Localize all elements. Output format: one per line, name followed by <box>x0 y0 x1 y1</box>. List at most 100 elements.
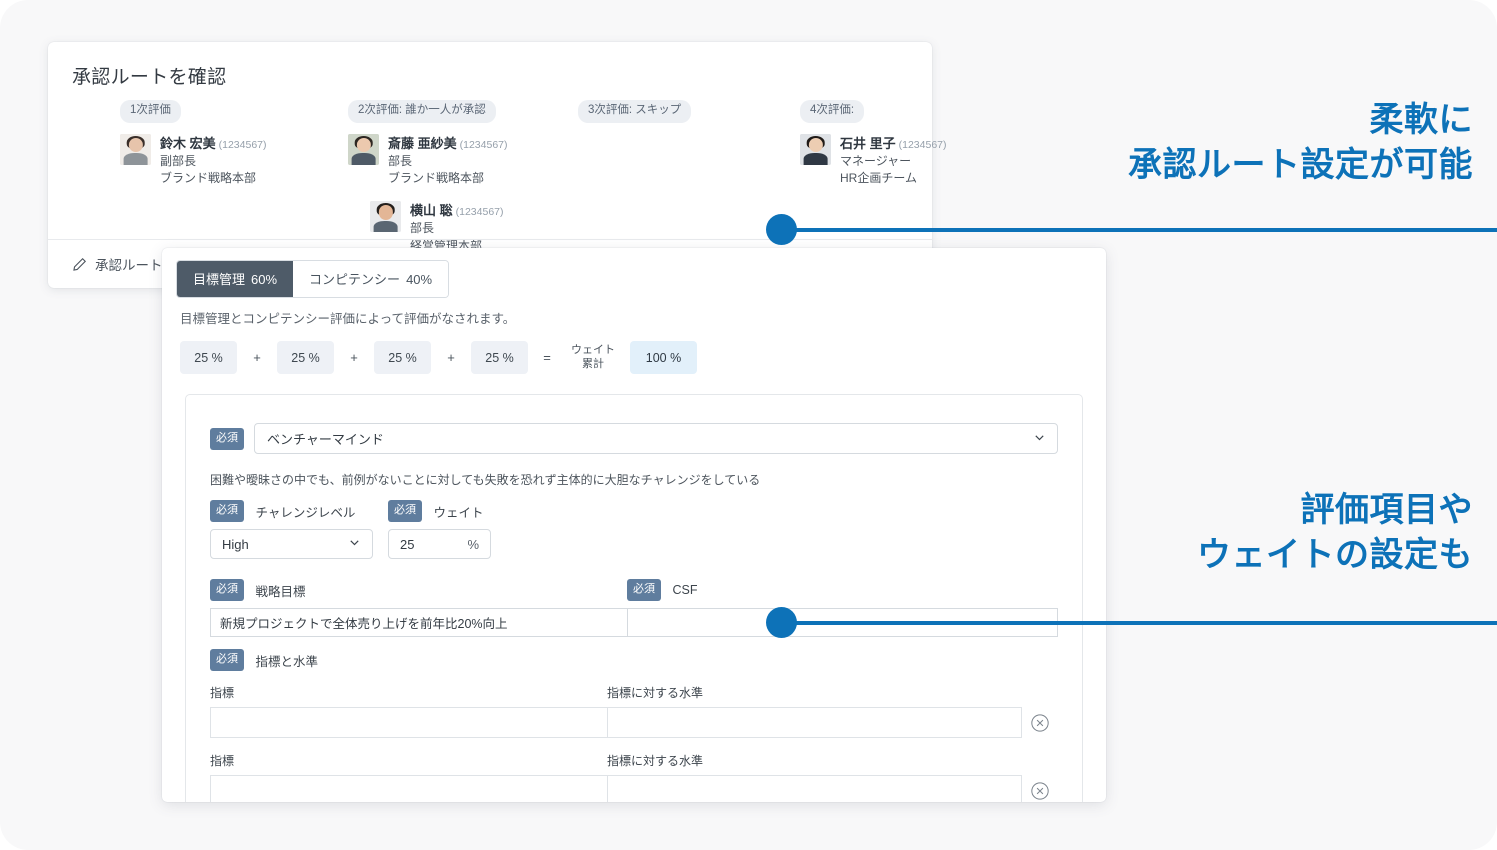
route-stage-3: 3次評価: スキップ <box>578 100 778 123</box>
person-name: 横山 聡 (1234567) <box>410 203 504 219</box>
avatar <box>120 133 151 165</box>
tab-label: コンピテンシー <box>309 272 401 287</box>
item-description: 困難や曖昧さの中でも、前例がないことに対しても失敗を恐れず主体的に大胆なチャレン… <box>210 473 761 487</box>
indicator-inputs <box>210 775 1058 802</box>
indicator-headers: 指標 指標に対する水準 <box>210 752 1058 769</box>
indicator-input[interactable] <box>210 707 607 738</box>
chevron-down-icon <box>1033 431 1046 447</box>
indicator-left-label: 指標 <box>210 754 235 768</box>
stage-badge: 2次評価: 誰か一人が承認 <box>348 100 496 123</box>
form-description: 目標管理とコンピテンシー評価によって評価がなされます。 <box>180 312 516 326</box>
person-id: (1234567) <box>459 138 508 151</box>
weight-input[interactable]: 25 % <box>388 529 491 559</box>
person-title: 副部長 <box>160 153 197 168</box>
card-title: 承認ルートを確認 <box>72 67 227 88</box>
route-stage-4: 4次評価: 石井 里子 (1234567) マネージャー HR企画チーム <box>800 100 1000 187</box>
weight-input-4[interactable]: 25 % <box>471 341 528 374</box>
approver-person: 斎藤 亜紗美 (1234567) 部長 ブランド戦略本部 <box>348 133 588 188</box>
person-name: 石井 里子 (1234567) <box>840 135 947 151</box>
route-stage-2: 2次評価: 誰か一人が承認 斎藤 亜紗美 (1234567) 部長 ブランド戦略本… <box>348 100 588 255</box>
challenge-level-field: 必須 チャレンジレベル High <box>210 500 373 559</box>
required-badge: 必須 <box>210 649 244 671</box>
challenge-level-label: チャレンジレベル <box>255 505 356 520</box>
item-select-row: 必須 ベンチャーマインド <box>210 423 1058 454</box>
callout-2-line1: 評価項目や <box>1300 491 1473 529</box>
person-title: 部長 <box>410 221 435 236</box>
indicators-section: 必須 指標と水準 指標 指標に対する水準 指標 指標に対する水準 <box>210 649 1058 802</box>
approver-person: 石井 里子 (1234567) マネージャー HR企画チーム <box>800 133 1000 188</box>
weight-input-1[interactable]: 25 % <box>180 341 237 374</box>
weight-total-label-line1: ウェイト <box>571 343 615 356</box>
person-id: (1234567) <box>218 138 267 151</box>
person-name: 斎藤 亜紗美 (1234567) <box>388 135 508 151</box>
plus-operator: + <box>447 350 455 365</box>
tab-goal-management[interactable]: 目標管理 60% <box>177 261 294 297</box>
challenge-level-select[interactable]: High <box>210 529 373 559</box>
item-select[interactable]: ベンチャーマインド <box>254 423 1058 454</box>
callout-2-line2: ウェイトの設定も <box>1197 535 1473 574</box>
stage-badge: 4次評価: <box>800 100 865 123</box>
person-org: ブランド戦略本部 <box>388 170 485 185</box>
pencil-icon <box>72 257 87 272</box>
goal-csf-headers: 必須 戦略目標 必須 CSF <box>210 579 1058 601</box>
person-id: (1234567) <box>898 138 947 151</box>
person-title: 部長 <box>388 153 413 168</box>
tab-pct: 40% <box>406 272 433 287</box>
indicator-headers: 指標 指標に対する水準 <box>210 684 1058 701</box>
required-badge: 必須 <box>388 500 422 522</box>
plus-operator: + <box>253 350 261 365</box>
weight-value: 25 <box>400 536 415 552</box>
tab-group: 目標管理 60% コンピテンシー 40% <box>176 260 450 298</box>
callout-text-2: 評価項目や ウェイトの設定も <box>1197 488 1473 578</box>
indicators-label: 指標と水準 <box>255 654 318 669</box>
challenge-level-value: High <box>222 536 249 552</box>
callout-1-line1: 柔軟に <box>1369 101 1473 139</box>
evaluation-item-panel: 必須 ベンチャーマインド 困難や曖昧さの中でも、前例がないことに対しても失敗を恐… <box>185 394 1083 802</box>
person-name: 鈴木 宏美 (1234567) <box>160 135 267 151</box>
remove-indicator-button[interactable] <box>1022 713 1058 733</box>
required-badge: 必須 <box>210 579 244 601</box>
item-select-value: ベンチャーマインド <box>267 432 384 447</box>
indicator-level-input[interactable] <box>607 707 1022 738</box>
indicators-header: 必須 指標と水準 <box>210 649 1058 671</box>
goal-label: 戦略目標 <box>255 584 306 599</box>
equals-operator: = <box>543 350 551 365</box>
weight-input-2[interactable]: 25 % <box>277 341 334 374</box>
leader-dot <box>766 214 797 245</box>
weight-input-3[interactable]: 25 % <box>374 341 431 374</box>
person-org: ブランド戦略本部 <box>160 170 257 185</box>
csf-header: 必須 CSF <box>627 579 697 601</box>
callout-1-line2: 承認ルート設定が可能 <box>1128 145 1473 184</box>
avatar <box>800 133 831 165</box>
indicator-input[interactable] <box>210 775 607 802</box>
stage-badge: 3次評価: スキップ <box>578 100 692 123</box>
person-org: HR企画チーム <box>840 170 917 185</box>
route-stage-1: 1次評価 鈴木 宏美 (1234567) 副部長 ブランド戦略本部 <box>120 100 330 187</box>
weight-header: 必須 ウェイト <box>388 500 491 522</box>
tab-pct: 60% <box>251 272 278 287</box>
required-badge: 必須 <box>210 500 244 522</box>
weight-unit: % <box>467 536 479 552</box>
indicator-right-label: 指標に対する水準 <box>607 686 704 700</box>
goal-input[interactable]: 新規プロジェクトで全体売り上げを前年比20%向上 <box>210 608 627 637</box>
stage-badge: 1次評価 <box>120 100 181 123</box>
required-badge: 必須 <box>210 427 244 450</box>
indicator-row: 指標 指標に対する水準 <box>210 684 1058 738</box>
weight-label: ウェイト <box>433 505 484 520</box>
tab-label: 目標管理 <box>193 272 246 287</box>
evaluation-form-card: 目標管理 60% コンピテンシー 40% 目標管理とコンピテンシー評価によって評価が… <box>162 248 1106 802</box>
indicator-left-label: 指標 <box>210 686 235 700</box>
approver-person: 鈴木 宏美 (1234567) 副部長 ブランド戦略本部 <box>120 133 330 188</box>
tab-competency[interactable]: コンピテンシー 40% <box>293 261 449 297</box>
avatar <box>370 201 401 233</box>
indicator-right-label: 指標に対する水準 <box>607 754 704 768</box>
indicator-inputs <box>210 707 1058 738</box>
person-title: マネージャー <box>840 153 912 168</box>
required-badge: 必須 <box>627 579 661 601</box>
plus-operator: + <box>350 350 358 365</box>
remove-indicator-button[interactable] <box>1022 781 1058 801</box>
indicator-level-input[interactable] <box>607 775 1022 802</box>
weight-total-value: 100 % <box>630 341 697 374</box>
promo-page: 承認ルートを確認 1次評価 鈴木 宏美 (1234567) 副部長 ブランド戦略本… <box>0 0 1497 850</box>
person-id: (1234567) <box>455 206 504 219</box>
